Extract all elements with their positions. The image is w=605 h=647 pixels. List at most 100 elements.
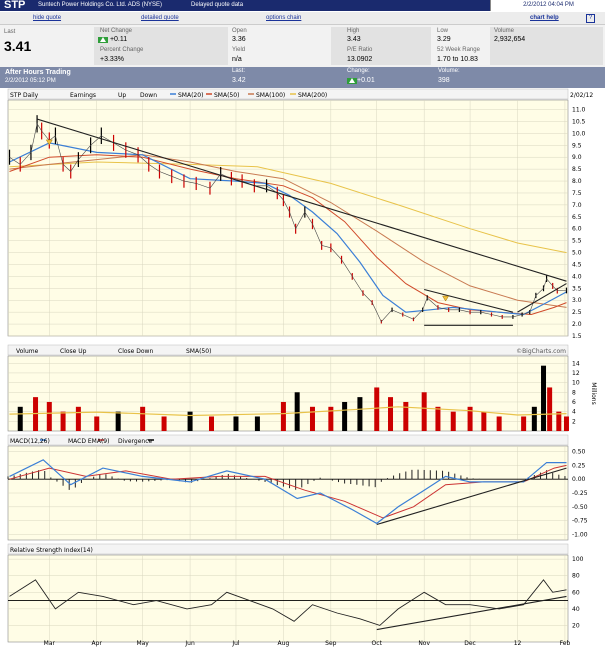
watermark-text: ©BigCharts.com bbox=[516, 348, 566, 355]
y-tick-label: 7.0 bbox=[572, 202, 582, 209]
volume-bar bbox=[208, 416, 214, 431]
y-tick-label: 10.5 bbox=[572, 118, 586, 125]
price-legend-entry: SMA(200) bbox=[298, 92, 327, 99]
ah-change: +0.01 bbox=[347, 76, 375, 86]
help-icon[interactable]: ? bbox=[586, 14, 595, 23]
rsi-legend-entry: Relative Strength Index(14) bbox=[10, 547, 93, 554]
volume-legend-entry: SMA(50) bbox=[186, 348, 211, 355]
high-pe-cell: High 3.43 P/E Ratio 13.0902 bbox=[331, 27, 431, 65]
volume-value: 2,932,654 bbox=[494, 36, 526, 43]
volume-bar bbox=[563, 416, 569, 431]
y-tick-label: 8.0 bbox=[572, 178, 582, 185]
stock-chart: 1.5 2.0 2.5 3.0 3.5 4.0 4.5 5.0 5.5 6.0 6.5 7.0 7.5 8… bbox=[7, 88, 597, 647]
volume-bar bbox=[17, 406, 23, 431]
yield-value: n/a bbox=[232, 56, 242, 63]
company-name: Suntech Power Holdings Co. Ltd. ADS (NYS… bbox=[38, 2, 163, 8]
after-hours-time: 2/2/2012 05:12 PM bbox=[5, 78, 56, 84]
y-tick-label: 4.5 bbox=[572, 261, 582, 268]
net-change-label: Net Change bbox=[100, 28, 133, 34]
y-tick-label: 10.0 bbox=[572, 130, 586, 137]
x-tick-label: Apr bbox=[92, 640, 103, 647]
ah-last-label: Last: bbox=[232, 68, 246, 74]
detailed-quote-link[interactable]: detailed quote bbox=[141, 13, 179, 23]
x-tick-label: May bbox=[136, 640, 149, 647]
y-tick-label: 3.0 bbox=[572, 297, 582, 304]
y-tick-label: 100 bbox=[572, 556, 584, 563]
options-chain-link[interactable]: options chain bbox=[266, 13, 301, 23]
y-tick-label: -0.75 bbox=[572, 518, 588, 525]
volume-bar bbox=[161, 416, 167, 431]
x-tick-label: Mar bbox=[44, 640, 56, 647]
volume-bar bbox=[187, 411, 193, 431]
x-tick-label: Feb bbox=[560, 640, 571, 647]
y-tick-label: 6 bbox=[572, 399, 576, 406]
volume-bar bbox=[435, 406, 441, 431]
y-tick-label: 60 bbox=[572, 589, 580, 596]
volume-bar bbox=[309, 406, 315, 431]
x-tick-label: Aug bbox=[278, 640, 290, 647]
y-tick-label: 2 bbox=[572, 418, 576, 425]
y-tick-label: 0.00 bbox=[572, 476, 586, 483]
delay-note: Delayed quote data bbox=[191, 2, 244, 8]
ticker-symbol: STP bbox=[4, 0, 26, 11]
quote-page: { "header": { "symbol": "STP", "company"… bbox=[0, 0, 605, 647]
ah-last-value: 3.42 bbox=[232, 77, 246, 84]
volume-bar bbox=[357, 397, 363, 431]
volume-bar bbox=[421, 392, 427, 431]
volume-bar bbox=[547, 387, 553, 431]
y-tick-label: 11.0 bbox=[572, 107, 586, 114]
up-arrow-icon bbox=[98, 36, 108, 43]
volume-bar bbox=[342, 401, 348, 431]
hide-quote-link[interactable]: hide quote bbox=[33, 13, 61, 23]
price-legend-entry: SMA(50) bbox=[214, 92, 239, 99]
percent-change: +3.33% bbox=[100, 56, 124, 63]
y-tick-label: 0.25 bbox=[572, 462, 586, 469]
y-tick-label: 9.0 bbox=[572, 154, 582, 161]
price-legend-entry: Down bbox=[140, 92, 157, 99]
volume-bar bbox=[541, 365, 547, 431]
y-tick-label: -0.25 bbox=[572, 490, 588, 497]
y-tick-label: 2.5 bbox=[572, 309, 582, 316]
volume-bar bbox=[481, 411, 487, 431]
y-tick-label: 14 bbox=[572, 360, 580, 367]
y-tick-label: 3.5 bbox=[572, 285, 582, 292]
range-label: 52 Week Range bbox=[437, 47, 480, 53]
ah-change-value: +0.01 bbox=[357, 77, 375, 84]
change-cell: Net Change +0.11 Percent Change +3.33% bbox=[94, 27, 228, 65]
x-tick-label: Nov bbox=[418, 640, 430, 647]
x-tick-label: 12 bbox=[514, 640, 522, 647]
price-panel-title: STP Daily bbox=[10, 92, 39, 99]
volume-bar bbox=[450, 411, 456, 431]
volume-bar bbox=[556, 411, 562, 431]
y-tick-label: 4.0 bbox=[572, 273, 582, 280]
volume-axis-label: Millions bbox=[590, 382, 597, 404]
volume-legend-entry: Close Down bbox=[118, 348, 153, 355]
y-tick-label: 5.0 bbox=[572, 250, 582, 257]
ah-volume-value: 398 bbox=[438, 77, 450, 84]
x-tick-label: Sep bbox=[325, 640, 337, 647]
macd-legend-entry: MACD EMA(9) bbox=[68, 438, 109, 445]
volume-bar bbox=[374, 387, 380, 431]
chart-help-link[interactable]: chart help bbox=[530, 13, 559, 23]
volume-bar bbox=[233, 416, 239, 431]
legend-strip bbox=[7, 344, 569, 356]
open-label: Open bbox=[232, 28, 247, 34]
y-tick-label: 12 bbox=[572, 370, 580, 377]
low-label: Low bbox=[437, 28, 449, 34]
volume-bar bbox=[115, 411, 121, 431]
after-hours-bar: After Hours Trading 2/2/2012 05:12 PM La… bbox=[0, 67, 605, 88]
macd-legend-entry: Divergence bbox=[118, 438, 152, 445]
quote-links-bar: hide quote detailed quote options chain … bbox=[0, 12, 605, 25]
price-date-label: 2/02/12 bbox=[570, 92, 593, 99]
volume-bar bbox=[140, 406, 146, 431]
after-hours-title: After Hours Trading bbox=[5, 69, 71, 76]
y-tick-label: 4 bbox=[572, 409, 576, 416]
volume-legend-entry: Close Up bbox=[60, 348, 87, 355]
x-tick-label: Jul bbox=[231, 640, 240, 647]
y-tick-label: 6.5 bbox=[572, 214, 582, 221]
volume-bar bbox=[531, 406, 537, 431]
y-tick-label: 9.5 bbox=[572, 142, 582, 149]
pe-value: 13.0902 bbox=[347, 56, 373, 63]
macd-legend-entry: MACD(12,26) bbox=[10, 438, 50, 445]
volume-bar bbox=[254, 416, 260, 431]
